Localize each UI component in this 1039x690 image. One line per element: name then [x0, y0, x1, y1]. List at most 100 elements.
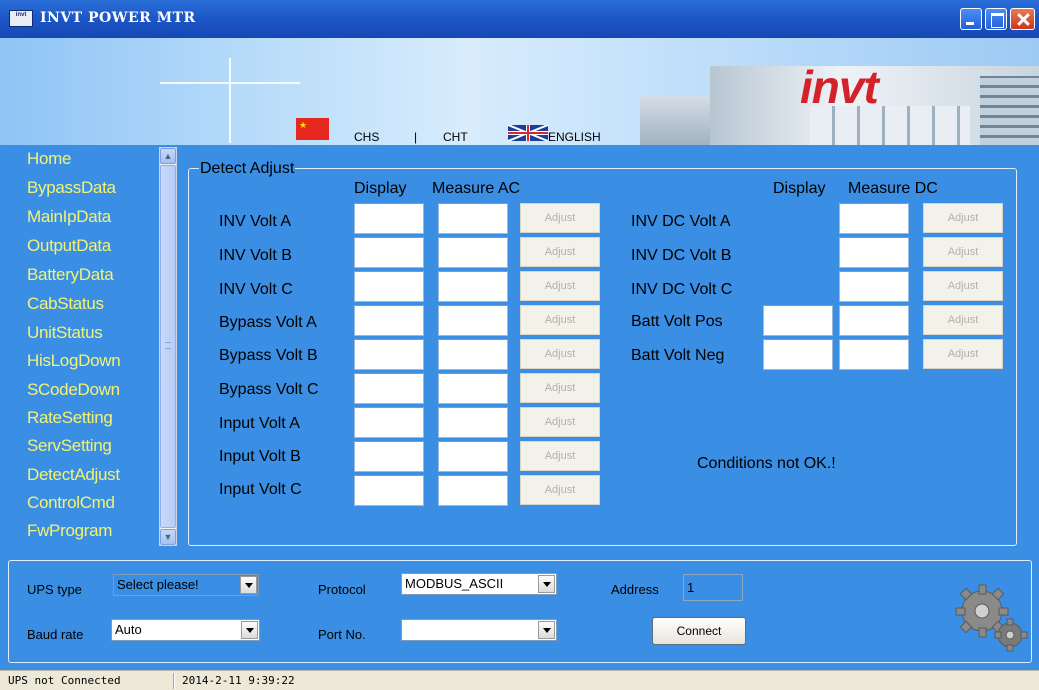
- adjust-button[interactable]: Adjust: [520, 271, 600, 301]
- maximize-button[interactable]: [985, 8, 1007, 30]
- dc-measure-field[interactable]: [839, 271, 909, 302]
- sidebar-item-controlcmd[interactable]: ControlCmd: [27, 493, 115, 513]
- ac-display-field[interactable]: [354, 271, 424, 302]
- ac-measure-field[interactable]: [438, 339, 508, 370]
- ac-row-label: Bypass Volt B: [219, 347, 318, 364]
- connect-button[interactable]: Connect: [652, 617, 746, 645]
- ac-row-label: INV Volt A: [219, 213, 292, 230]
- adjust-button[interactable]: Adjust: [520, 475, 600, 505]
- ac-row-label: INV Volt C: [219, 281, 293, 298]
- lang-english-link[interactable]: ENGLISH: [548, 130, 601, 144]
- dc-row-label: INV DC Volt B: [631, 247, 732, 264]
- chevron-down-icon[interactable]: [241, 621, 258, 639]
- uk-flag-icon[interactable]: [508, 125, 548, 141]
- dc-measure-field[interactable]: [839, 237, 909, 268]
- sidebar-item-ratesetting[interactable]: RateSetting: [27, 408, 113, 428]
- dc-display-header: Display: [773, 180, 826, 197]
- adjust-button[interactable]: Adjust: [520, 407, 600, 437]
- minimize-button[interactable]: [960, 8, 982, 30]
- adjust-button[interactable]: Adjust: [923, 237, 1003, 267]
- close-button[interactable]: [1010, 8, 1035, 30]
- port-select[interactable]: [401, 619, 557, 641]
- ac-display-field[interactable]: [354, 373, 424, 404]
- sidebar-item-scodedown[interactable]: SCodeDown: [27, 380, 120, 400]
- sidebar-item-cabstatus[interactable]: CabStatus: [27, 294, 104, 314]
- ac-measure-field[interactable]: [438, 203, 508, 234]
- baud-rate-select[interactable]: Auto: [111, 619, 260, 641]
- adjust-button[interactable]: Adjust: [520, 203, 600, 233]
- ac-measure-field[interactable]: [438, 441, 508, 472]
- adjust-button[interactable]: Adjust: [923, 203, 1003, 233]
- adjust-button[interactable]: Adjust: [923, 271, 1003, 301]
- sidebar-item-outputdata[interactable]: OutputData: [27, 236, 111, 256]
- ac-display-field[interactable]: [354, 475, 424, 506]
- lang-chs-link[interactable]: CHS: [354, 130, 379, 144]
- ac-measure-field[interactable]: [438, 475, 508, 506]
- gear-icon: [955, 584, 1028, 652]
- ac-measure-field[interactable]: [438, 373, 508, 404]
- connection-status: UPS not Connected: [8, 674, 121, 687]
- ups-type-value: Select please!: [117, 577, 199, 592]
- dc-row-label: INV DC Volt C: [631, 281, 733, 298]
- ac-row-label: Bypass Volt A: [219, 314, 317, 331]
- ac-measure-field[interactable]: [438, 407, 508, 438]
- ac-row-label: Input Volt C: [219, 481, 302, 498]
- dc-display-field[interactable]: [763, 305, 833, 336]
- sidebar-item-servsetting[interactable]: ServSetting: [27, 436, 112, 456]
- address-field[interactable]: 1: [683, 574, 743, 601]
- sidebar-item-fwprogram[interactable]: FwProgram: [27, 521, 112, 541]
- protocol-value: MODBUS_ASCII: [405, 576, 504, 591]
- adjust-button[interactable]: Adjust: [520, 441, 600, 471]
- sidebar-item-batterydata[interactable]: BatteryData: [27, 265, 114, 285]
- scroll-thumb[interactable]: [160, 165, 176, 528]
- ac-measure-field[interactable]: [438, 237, 508, 268]
- adjust-button[interactable]: Adjust: [520, 305, 600, 335]
- dc-measure-field[interactable]: [839, 203, 909, 234]
- sidebar-item-mainipdata[interactable]: MainIpData: [27, 207, 111, 227]
- adjust-button[interactable]: Adjust: [923, 339, 1003, 369]
- dc-measure-field[interactable]: [839, 339, 909, 370]
- sidebar: Home BypassData MainIpData OutputData Ba…: [0, 145, 180, 548]
- sidebar-item-hislogdown[interactable]: HisLogDown: [27, 351, 121, 371]
- invt-logo: invt: [800, 61, 879, 113]
- ac-display-field[interactable]: [354, 237, 424, 268]
- sidebar-item-bypassdata[interactable]: BypassData: [27, 178, 116, 198]
- adjust-button[interactable]: Adjust: [923, 305, 1003, 335]
- adjust-button[interactable]: Adjust: [520, 237, 600, 267]
- dc-row-label: INV DC Volt A: [631, 213, 731, 230]
- ac-row-label: Bypass Volt C: [219, 381, 319, 398]
- chevron-down-icon[interactable]: [240, 576, 257, 594]
- adjust-button[interactable]: Adjust: [520, 339, 600, 369]
- lang-cht-link[interactable]: CHT: [443, 130, 468, 144]
- ac-measure-field[interactable]: [438, 271, 508, 302]
- ac-display-field[interactable]: [354, 305, 424, 336]
- sidebar-item-unitstatus[interactable]: UnitStatus: [27, 323, 103, 343]
- sidebar-scrollbar[interactable]: ▲ ▼: [159, 147, 177, 546]
- adjust-button[interactable]: Adjust: [520, 373, 600, 403]
- ac-measure-field[interactable]: [438, 305, 508, 336]
- sidebar-item-home[interactable]: Home: [27, 149, 71, 169]
- ac-display-field[interactable]: [354, 339, 424, 370]
- protocol-select[interactable]: MODBUS_ASCII: [401, 573, 557, 595]
- ac-display-field[interactable]: [354, 203, 424, 234]
- chevron-down-icon[interactable]: [538, 621, 555, 639]
- detect-adjust-title: Detect Adjust: [199, 160, 296, 178]
- ac-row-label: Input Volt A: [219, 415, 300, 432]
- status-separator: [173, 673, 175, 689]
- scroll-down-button[interactable]: ▼: [160, 529, 176, 545]
- baud-rate-label: Baud rate: [27, 627, 84, 642]
- china-flag-icon[interactable]: ★: [296, 118, 329, 140]
- dc-measure-field[interactable]: [839, 305, 909, 336]
- scroll-up-button[interactable]: ▲: [160, 148, 176, 164]
- ac-display-field[interactable]: [354, 441, 424, 472]
- ups-type-select[interactable]: Select please!: [113, 574, 259, 596]
- address-label: Address: [611, 582, 659, 597]
- dc-measure-header: Measure DC: [848, 180, 938, 197]
- status-datetime: 2014-2-11 9:39:22: [182, 674, 295, 687]
- port-label: Port No.: [318, 627, 366, 642]
- chevron-down-icon[interactable]: [538, 575, 555, 593]
- dc-display-field[interactable]: [763, 339, 833, 370]
- sidebar-item-detectadjust[interactable]: DetectAdjust: [27, 465, 120, 485]
- ac-display-field[interactable]: [354, 407, 424, 438]
- app-icon: invt: [9, 10, 33, 27]
